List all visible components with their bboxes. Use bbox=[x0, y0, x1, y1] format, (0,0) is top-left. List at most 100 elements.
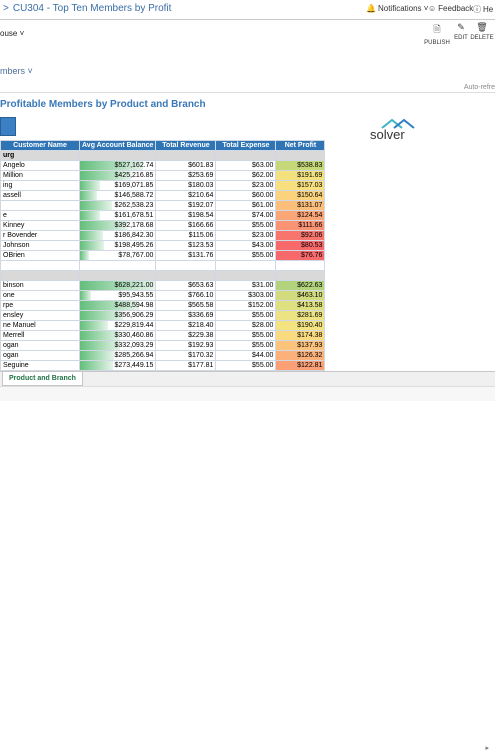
avg-balance-cell[interactable]: $273,449.15 bbox=[78, 360, 157, 371]
avg-balance-cell[interactable]: $78,767.00 bbox=[78, 250, 157, 261]
table-row[interactable]: Angelo $527,162.74 $601.83 $63.00 $538.83 bbox=[0, 160, 326, 171]
avg-balance-cell[interactable]: $95,943.55 bbox=[78, 290, 157, 301]
avg-balance-cell[interactable]: $262,538.23 bbox=[78, 200, 157, 211]
total-revenue[interactable]: $210.64 bbox=[155, 190, 217, 201]
total-expense[interactable]: $152.00 bbox=[215, 300, 277, 311]
avg-balance-cell[interactable]: $330,460.86 bbox=[78, 330, 157, 341]
avg-balance-cell[interactable]: $332,093.29 bbox=[78, 340, 157, 351]
avg-balance-cell[interactable]: $169,071.85 bbox=[78, 180, 157, 191]
customer-name[interactable]: Johnson bbox=[0, 240, 80, 251]
total-revenue[interactable]: $170.32 bbox=[155, 350, 217, 361]
filter-button[interactable] bbox=[0, 117, 16, 136]
avg-balance-cell[interactable]: $285,266.94 bbox=[78, 350, 157, 361]
net-profit[interactable]: $190.40 bbox=[275, 320, 326, 331]
customer-name[interactable]: r Bovender bbox=[0, 230, 80, 241]
total-revenue[interactable]: $131.76 bbox=[155, 250, 217, 261]
total-expense[interactable]: $23.00 bbox=[215, 180, 277, 191]
total-expense[interactable]: $55.00 bbox=[215, 330, 277, 341]
table-row[interactable]: ing $169,071.85 $180.03 $23.00 $157.03 bbox=[0, 180, 326, 191]
total-expense[interactable]: $43.00 bbox=[215, 240, 277, 251]
customer-name[interactable]: rpe bbox=[0, 300, 80, 311]
total-revenue[interactable]: $123.53 bbox=[155, 240, 217, 251]
total-revenue[interactable]: $218.40 bbox=[155, 320, 217, 331]
table-row[interactable]: rpe $488,594.98 $565.58 $152.00 $413.58 bbox=[0, 300, 326, 311]
customer-name[interactable]: ogan bbox=[0, 350, 80, 361]
table-row[interactable]: ne Manuel $229,819.44 $218.40 $28.00 $190.40 bbox=[0, 320, 326, 331]
table-row[interactable]: Merrell $330,460.86 $229.38 $55.00 $174.38 bbox=[0, 330, 326, 341]
avg-balance-cell[interactable]: $488,594.98 bbox=[78, 300, 157, 311]
net-profit[interactable]: $76.76 bbox=[275, 250, 326, 261]
net-profit[interactable]: $111.66 bbox=[275, 220, 326, 231]
total-revenue[interactable]: $192.93 bbox=[155, 340, 217, 351]
header-total-revenue[interactable]: Total Revenue bbox=[155, 140, 217, 151]
net-profit[interactable]: $174.38 bbox=[275, 330, 326, 341]
avg-balance-cell[interactable]: $527,162.74 bbox=[78, 160, 157, 171]
customer-name[interactable]: one bbox=[0, 290, 80, 301]
table-row[interactable]: ensley $356,906.29 $336.69 $55.00 $281.69 bbox=[0, 310, 326, 321]
customer-name[interactable]: ensley bbox=[0, 310, 80, 321]
net-profit[interactable]: $80.53 bbox=[275, 240, 326, 251]
total-revenue[interactable]: $198.54 bbox=[155, 210, 217, 221]
total-revenue[interactable]: $766.10 bbox=[155, 290, 217, 301]
total-expense[interactable]: $55.00 bbox=[215, 220, 277, 231]
total-expense[interactable]: $60.00 bbox=[215, 190, 277, 201]
total-revenue[interactable]: $180.03 bbox=[155, 180, 217, 191]
header-customer-name[interactable]: Customer Name bbox=[0, 140, 80, 151]
total-revenue[interactable]: $336.69 bbox=[155, 310, 217, 321]
table-row[interactable]: $262,538.23 $192.07 $61.00 $131.07 bbox=[0, 200, 326, 211]
total-expense[interactable]: $31.00 bbox=[215, 280, 277, 291]
table-row[interactable]: Million $425,216.85 $253.69 $62.00 $191.69 bbox=[0, 170, 326, 181]
avg-balance-cell[interactable]: $198,495.26 bbox=[78, 240, 157, 251]
net-profit[interactable]: $538.83 bbox=[275, 160, 326, 171]
notifications-menu[interactable]: 🔔 Notifications ˅ bbox=[366, 4, 428, 13]
breadcrumb-title[interactable]: CU304 - Top Ten Members by Profit bbox=[13, 3, 172, 14]
header-avg-balance[interactable]: Avg Account Balance bbox=[78, 140, 157, 151]
delete-button[interactable]: 🗑 DELETE bbox=[468, 22, 495, 41]
avg-balance-cell[interactable]: $161,678.51 bbox=[78, 210, 157, 221]
net-profit[interactable]: $92.06 bbox=[275, 230, 326, 241]
table-row[interactable]: Kinney $392,178.68 $166.66 $55.00 $111.66 bbox=[0, 220, 326, 231]
customer-name[interactable]: Merrell bbox=[0, 330, 80, 341]
sheet-tab-product-and-branch[interactable]: Product and Branch bbox=[2, 372, 83, 386]
total-expense[interactable]: $55.00 bbox=[215, 340, 277, 351]
total-expense[interactable]: $63.00 bbox=[215, 160, 277, 171]
auto-refresh-label[interactable]: Auto-refre bbox=[464, 84, 495, 91]
total-revenue[interactable]: $253.69 bbox=[155, 170, 217, 181]
total-revenue[interactable]: $192.07 bbox=[155, 200, 217, 211]
total-expense[interactable]: $61.00 bbox=[215, 200, 277, 211]
net-profit[interactable]: $157.03 bbox=[275, 180, 326, 191]
avg-balance-cell[interactable]: $425,216.85 bbox=[78, 170, 157, 181]
total-revenue[interactable]: $177.81 bbox=[155, 360, 217, 371]
customer-name[interactable]: Million bbox=[0, 170, 80, 181]
table-row[interactable]: Seguine $273,449.15 $177.81 $55.00 $122.81 bbox=[0, 360, 326, 371]
total-expense[interactable]: $62.00 bbox=[215, 170, 277, 181]
total-expense[interactable]: $23.00 bbox=[215, 230, 277, 241]
net-profit[interactable]: $413.58 bbox=[275, 300, 326, 311]
table-row[interactable]: one $95,943.55 $766.10 $303.00 $463.10 bbox=[0, 290, 326, 301]
customer-name[interactable]: OBrien bbox=[0, 250, 80, 261]
total-expense[interactable]: $55.00 bbox=[215, 310, 277, 321]
total-expense[interactable]: $44.00 bbox=[215, 350, 277, 361]
total-expense[interactable]: $74.00 bbox=[215, 210, 277, 221]
header-net-profit[interactable]: Net Profit bbox=[275, 140, 326, 151]
table-row[interactable]: binson $628,221.00 $653.63 $31.00 $622.63 bbox=[0, 280, 326, 291]
avg-balance-cell[interactable]: $229,819.44 bbox=[78, 320, 157, 331]
table-row[interactable]: ogan $285,266.94 $170.32 $44.00 $126.32 bbox=[0, 350, 326, 361]
table-row[interactable]: e $161,678.51 $198.54 $74.00 $124.54 bbox=[0, 210, 326, 221]
table-row[interactable]: Johnson $198,495.26 $123.53 $43.00 $80.53 bbox=[0, 240, 326, 251]
avg-balance-cell[interactable]: $628,221.00 bbox=[78, 280, 157, 291]
total-revenue[interactable]: $653.63 bbox=[155, 280, 217, 291]
customer-name[interactable]: ing bbox=[0, 180, 80, 191]
net-profit[interactable]: $281.69 bbox=[275, 310, 326, 321]
net-profit[interactable]: $124.54 bbox=[275, 210, 326, 221]
net-profit[interactable]: $131.07 bbox=[275, 200, 326, 211]
total-revenue[interactable]: $166.66 bbox=[155, 220, 217, 231]
customer-name[interactable]: ne Manuel bbox=[0, 320, 80, 331]
customer-name[interactable]: ogan bbox=[0, 340, 80, 351]
customer-name[interactable]: binson bbox=[0, 280, 80, 291]
total-expense[interactable]: $28.00 bbox=[215, 320, 277, 331]
net-profit[interactable]: $191.69 bbox=[275, 170, 326, 181]
help-link[interactable]: ⓘ He bbox=[473, 4, 493, 15]
customer-name[interactable]: Kinney bbox=[0, 220, 80, 231]
total-expense[interactable]: $55.00 bbox=[215, 250, 277, 261]
